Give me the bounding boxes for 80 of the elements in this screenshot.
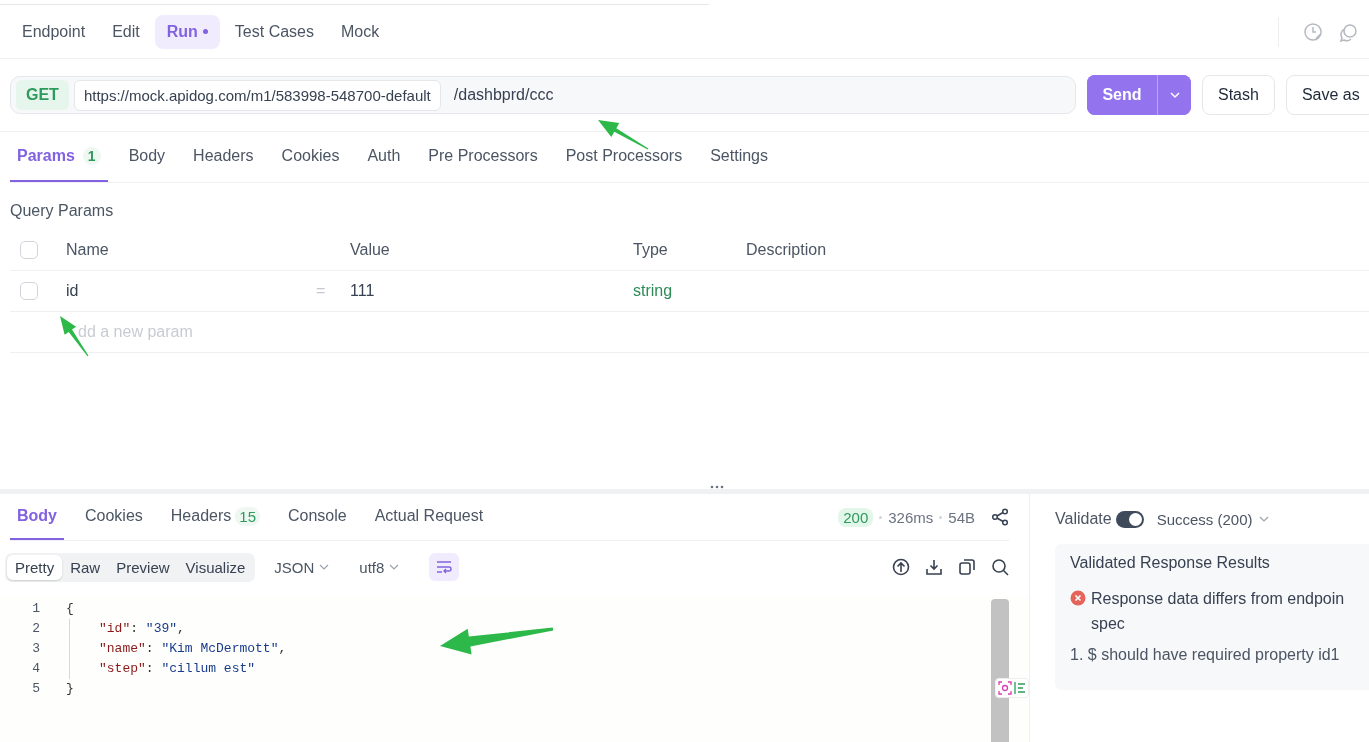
upload-circle-icon[interactable] bbox=[892, 558, 910, 576]
copy-icon[interactable] bbox=[958, 558, 976, 576]
count-badge: 15 bbox=[235, 506, 260, 526]
view-tab[interactable]: Raw bbox=[62, 554, 109, 580]
param-value[interactable]: 111 bbox=[350, 282, 375, 300]
scrollbar[interactable] bbox=[991, 599, 1009, 742]
mode-tab[interactable]: Test Cases bbox=[222, 14, 326, 49]
chevron-icon bbox=[1258, 515, 1269, 523]
path-field[interactable]: /dashbprd/ccc bbox=[453, 86, 1070, 104]
section-title: Query Params bbox=[10, 202, 114, 220]
search-icon[interactable] bbox=[991, 558, 1009, 576]
column-header: Name bbox=[66, 241, 109, 259]
error-icon bbox=[1070, 590, 1086, 606]
target-icon[interactable] bbox=[998, 681, 1012, 695]
line-number: 3 bbox=[32, 640, 40, 658]
validate-toggle[interactable] bbox=[1115, 510, 1144, 528]
code-line: "name": "Kim McDermott", bbox=[99, 641, 287, 656]
column-header: Type bbox=[633, 241, 668, 259]
request-tab[interactable]: Body bbox=[121, 132, 173, 182]
response-tab[interactable]: Actual Request bbox=[367, 494, 491, 540]
base-url-text: https://mock.apidog.com/m1/583998-548700-default bbox=[73, 79, 441, 111]
code-line: "step": "cillum est" bbox=[99, 661, 256, 676]
code-line: } bbox=[66, 681, 74, 696]
annotation-arrow bbox=[598, 120, 649, 150]
chevron-icon bbox=[319, 563, 330, 571]
response-size: 54B bbox=[948, 508, 975, 526]
response-tab[interactable]: Cookies bbox=[78, 494, 150, 540]
dropdown[interactable]: utf8 bbox=[359, 558, 400, 576]
issue-text: 1. $ should have required property id1 bbox=[1070, 646, 1340, 664]
select-all-checkbox[interactable] bbox=[20, 241, 38, 259]
align-icon[interactable] bbox=[1014, 681, 1026, 695]
line-number: 2 bbox=[32, 620, 40, 638]
method-badge: GET bbox=[16, 80, 69, 110]
response-time: 326ms bbox=[888, 508, 934, 526]
mode-tab[interactable]: Endpoint bbox=[10, 14, 98, 49]
equals-sign: = bbox=[316, 282, 326, 300]
response-tab[interactable]: Headers 15 bbox=[163, 494, 267, 540]
row-checkbox[interactable] bbox=[20, 282, 38, 300]
code-line: { bbox=[66, 601, 74, 616]
response-dropdown[interactable]: Success (200) bbox=[1156, 510, 1269, 528]
status-badge: 200 bbox=[838, 507, 874, 527]
validate-label: Validate bbox=[1055, 510, 1112, 528]
code-line: "id": "39", bbox=[99, 621, 185, 636]
url-field[interactable]: GET https://mock.apidog.com/m1/583998-548700-default /dashbprd/ccc bbox=[10, 76, 1076, 114]
request-tab[interactable]: Headers bbox=[186, 132, 261, 182]
mode-tab[interactable]: Edit bbox=[100, 14, 152, 49]
line-number: 5 bbox=[32, 680, 40, 698]
column-header: Description bbox=[746, 241, 827, 259]
error-message: Response data differs from endpoin spec bbox=[1091, 589, 1345, 634]
mode-tab[interactable]: Mock bbox=[329, 14, 392, 49]
column-header: Value bbox=[350, 241, 390, 259]
dropdown[interactable]: JSON bbox=[274, 558, 330, 576]
toolbar-button[interactable]: Stash bbox=[1202, 75, 1275, 115]
param-type[interactable]: string bbox=[633, 282, 673, 300]
line-number: 1 bbox=[32, 600, 40, 618]
wrap-toggle[interactable] bbox=[429, 553, 460, 581]
download-icon[interactable] bbox=[925, 558, 943, 576]
request-tab[interactable]: Settings bbox=[703, 132, 775, 182]
chevron-icon bbox=[389, 563, 400, 571]
request-tab[interactable]: Pre Processors bbox=[421, 132, 545, 182]
response-tab[interactable]: Console bbox=[281, 494, 354, 540]
request-tab[interactable]: Cookies bbox=[274, 132, 347, 182]
resize-handle-icon[interactable] bbox=[710, 485, 724, 489]
request-tab[interactable]: Post Processors bbox=[558, 132, 690, 182]
param-name[interactable]: id bbox=[66, 282, 79, 300]
request-tab[interactable]: Params 1 bbox=[10, 132, 108, 182]
caret-icon bbox=[1168, 91, 1181, 99]
card-title: Validated Response Results bbox=[1070, 554, 1270, 572]
response-tab[interactable]: Body bbox=[10, 494, 64, 540]
line-number: 4 bbox=[32, 660, 40, 678]
view-tab[interactable]: Preview bbox=[108, 554, 178, 580]
count-badge: 1 bbox=[82, 147, 101, 165]
request-tab[interactable]: Auth bbox=[360, 132, 408, 182]
view-tab[interactable]: Pretty bbox=[7, 554, 63, 580]
toolbar-button[interactable]: Save as bbox=[1285, 75, 1369, 115]
view-tab[interactable]: Visualize bbox=[177, 554, 254, 580]
share-icon[interactable] bbox=[991, 508, 1009, 526]
mode-tab[interactable]: Run bbox=[154, 14, 220, 49]
wrap-lines-icon bbox=[436, 560, 453, 574]
send-options-button[interactable] bbox=[1157, 75, 1191, 115]
